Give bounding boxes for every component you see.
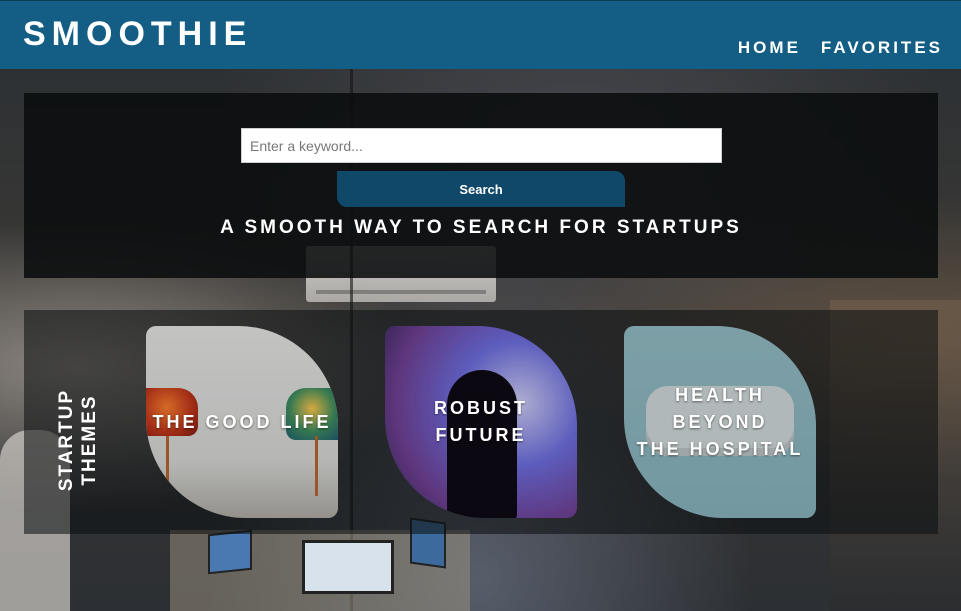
logo[interactable]: SMOOTHIE xyxy=(23,15,252,53)
laptop-image xyxy=(302,540,394,594)
theme-card-robust-future[interactable]: ROBUST FUTURE xyxy=(385,326,577,518)
search-panel: Search A SMOOTH WAY TO SEARCH FOR STARTU… xyxy=(24,93,938,278)
tagline: A SMOOTH WAY TO SEARCH FOR STARTUPS xyxy=(220,217,742,238)
theme-card-title: THE GOOD LIFE xyxy=(152,411,332,432)
search-button[interactable]: Search xyxy=(337,171,625,207)
laptop-image xyxy=(208,529,252,575)
search-input[interactable] xyxy=(241,128,722,163)
theme-card-title: ROBUST FUTURE xyxy=(434,398,528,445)
nav-home-link[interactable]: HOME xyxy=(738,38,801,58)
themes-label: STARTUP THEMES xyxy=(56,388,100,492)
theme-card-health-beyond-hospital[interactable]: HEALTH BEYOND THE HOSPITAL xyxy=(624,326,816,518)
theme-card-title: HEALTH BEYOND THE HOSPITAL xyxy=(636,384,804,459)
nav-favorites-link[interactable]: FAVORITES xyxy=(821,38,943,58)
theme-card-good-life[interactable]: THE GOOD LIFE xyxy=(146,326,338,518)
site-header: SMOOTHIE HOME FAVORITES xyxy=(0,0,961,69)
startup-themes-panel: STARTUP THEMES THE GOOD LIFE ROBUST FUTU… xyxy=(24,310,938,534)
themes-label-container: STARTUP THEMES xyxy=(40,389,116,491)
main-nav: HOME FAVORITES xyxy=(738,38,943,58)
